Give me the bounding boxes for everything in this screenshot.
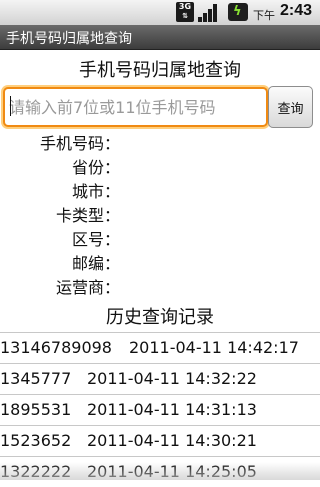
query-button[interactable]: 查询 — [268, 86, 313, 128]
history-datetime: 2011-04-11 14:25:05 — [87, 462, 257, 481]
signal-strength-icon — [198, 2, 220, 22]
history-row[interactable]: 1895531 2011-04-11 14:31:13 — [0, 395, 320, 425]
field-label-city: 城市： — [71, 182, 120, 201]
network-3g-icon: 3G ⇅ — [176, 2, 194, 22]
history-number: 1895531 — [0, 400, 72, 419]
field-label-card-type: 卡类型： — [55, 206, 120, 225]
field-label-province: 省份： — [71, 158, 120, 177]
history-number: 1345777 — [0, 369, 72, 388]
phone-number-input[interactable] — [3, 87, 268, 127]
history-row[interactable]: 1322222 2011-04-11 14:25:05 — [0, 457, 320, 487]
history-number: 1523652 — [0, 431, 72, 450]
status-bar: 3G ⇅ ϟ 下午 2:43 — [0, 0, 320, 26]
app-title: 手机号码归属地查询 — [6, 31, 132, 47]
history-number: 1322222 — [0, 462, 72, 481]
history-row[interactable]: 13146789098 2011-04-11 14:42:17 — [0, 333, 320, 363]
field-label-postcode: 邮编： — [71, 254, 120, 273]
app-title-bar: 手机号码归属地查询 — [0, 25, 320, 50]
history-row[interactable]: 1523652 2011-04-11 14:30:21 — [0, 426, 320, 456]
history-number: 13146789098 — [0, 338, 112, 357]
field-label-area-code: 区号： — [71, 230, 120, 249]
history-datetime: 2011-04-11 14:30:21 — [87, 431, 257, 450]
history-row[interactable]: 1345777 2011-04-11 14:32:22 — [0, 364, 320, 394]
history-datetime: 2011-04-11 14:32:22 — [87, 369, 257, 388]
history-title: 历史查询记录 — [106, 307, 214, 328]
battery-charging-icon: ϟ — [228, 3, 248, 21]
page-heading: 手机号码归属地查询 — [79, 60, 241, 81]
text-cursor — [10, 96, 11, 116]
field-label-carrier: 运营商： — [55, 278, 120, 297]
history-datetime: 2011-04-11 14:31:13 — [87, 400, 257, 419]
field-label-phone: 手机号码： — [39, 134, 120, 153]
history-datetime: 2011-04-11 14:42:17 — [129, 338, 299, 357]
status-time: 2:43 — [280, 2, 313, 19]
status-am-pm: 下午 — [253, 9, 275, 22]
